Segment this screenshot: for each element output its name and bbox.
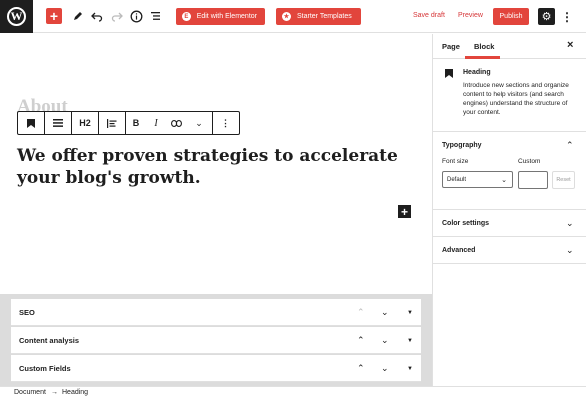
settings-sidebar: Page Block × Heading Introduce new secti…: [432, 34, 586, 386]
toggle-panel-icon[interactable]: ▼: [407, 310, 413, 316]
chevron-down-icon: ⌄: [195, 117, 203, 128]
undo-icon[interactable]: [89, 8, 105, 24]
metabox-title: Custom Fields: [19, 363, 71, 373]
edit-with-elementor-label: Edit with Elementor: [196, 13, 257, 20]
align-button[interactable]: [99, 112, 125, 134]
breadcrumb-heading[interactable]: Heading: [62, 389, 88, 396]
move-up-icon[interactable]: ⌃: [357, 308, 365, 317]
advanced-title: Advanced: [442, 247, 476, 254]
settings-gear-button[interactable]: ⚙: [538, 8, 555, 25]
more-options-button[interactable]: ⋮: [561, 8, 573, 25]
reset-button[interactable]: Reset: [552, 171, 575, 189]
link-icon: [170, 119, 182, 127]
breadcrumb: Document → Heading: [0, 386, 586, 400]
color-settings-title: Color settings: [442, 220, 490, 227]
tab-page[interactable]: Page: [442, 42, 460, 51]
bookmark-icon: [27, 118, 35, 128]
align-left-icon: [107, 118, 117, 128]
edit-with-elementor-button[interactable]: E Edit with Elementor: [176, 8, 265, 25]
drag-handle-icon: [53, 119, 63, 127]
breadcrumb-separator: →: [51, 389, 58, 396]
block-inserter-button[interactable]: +: [398, 205, 411, 218]
drag-move-button[interactable]: [45, 112, 71, 134]
close-icon[interactable]: ×: [567, 39, 573, 51]
save-draft-link[interactable]: Save draft: [413, 12, 445, 19]
chevron-down-icon: ⌄: [566, 218, 574, 228]
advanced-panel-header[interactable]: Advanced ⌄: [433, 237, 586, 264]
vertical-ellipsis-icon: ⋮: [221, 117, 230, 128]
block-card: Heading Introduce new sections and organ…: [433, 60, 586, 132]
toggle-panel-icon[interactable]: ▼: [407, 366, 413, 372]
block-card-title: Heading: [463, 69, 491, 76]
starter-templates-label: Starter Templates: [297, 13, 352, 20]
starter-templates-button[interactable]: ★ Starter Templates: [276, 8, 361, 25]
metabox-seo[interactable]: SEO ⌃ ⌄ ▼: [11, 299, 421, 326]
metabox-area: SEO ⌃ ⌄ ▼ Content analysis ⌃ ⌄ ▼ Custom …: [0, 294, 432, 386]
metabox-title: Content analysis: [19, 335, 80, 345]
info-icon[interactable]: [128, 8, 144, 24]
active-tab-indicator: [465, 56, 500, 59]
chevron-up-icon: ⌃: [566, 140, 574, 150]
templates-icon: ★: [282, 12, 291, 21]
custom-font-size-input[interactable]: [518, 171, 548, 189]
heading-level-button[interactable]: H2: [72, 112, 98, 134]
move-up-icon[interactable]: ⌃: [357, 364, 365, 373]
elementor-icon: E: [182, 12, 191, 21]
editor-window: W + E Edit with Elementor ★ Starter Temp…: [0, 0, 586, 400]
bookmark-icon: [445, 69, 453, 78]
custom-size-label: Custom: [518, 158, 541, 165]
preview-link[interactable]: Preview: [458, 12, 483, 19]
font-size-label: Font size: [442, 158, 469, 165]
link-button[interactable]: [166, 112, 186, 134]
pencil-icon[interactable]: [70, 8, 86, 24]
heading-block[interactable]: We offer proven strategies to accelerate…: [17, 145, 422, 189]
editor-canvas[interactable]: About H2 B I ⌄ ⋮ We offer proven strateg…: [0, 34, 432, 294]
chevron-down-icon: ⌄: [566, 245, 574, 255]
vertical-ellipsis-icon: ⋮: [561, 9, 573, 24]
top-toolbar: W + E Edit with Elementor ★ Starter Temp…: [0, 0, 586, 33]
move-down-icon[interactable]: ⌄: [381, 308, 389, 317]
list-view-icon[interactable]: [148, 8, 164, 24]
wordpress-logo-button[interactable]: W: [0, 0, 33, 33]
more-rich-text-button[interactable]: ⌄: [186, 112, 212, 134]
block-type-button[interactable]: [18, 112, 44, 134]
move-up-icon[interactable]: ⌃: [357, 336, 365, 345]
wordpress-icon: W: [7, 7, 26, 26]
bold-button[interactable]: B: [126, 112, 146, 134]
typography-title: Typography: [442, 142, 482, 149]
chevron-down-icon: ⌄: [501, 177, 507, 184]
move-down-icon[interactable]: ⌄: [381, 336, 389, 345]
breadcrumb-document[interactable]: Document: [14, 389, 46, 396]
metabox-content-analysis[interactable]: Content analysis ⌃ ⌄ ▼: [11, 327, 421, 354]
block-card-description: Introduce new sections and organize cont…: [463, 82, 569, 116]
sidebar-tabs: Page Block ×: [433, 34, 586, 59]
add-block-button[interactable]: +: [46, 8, 62, 24]
italic-button[interactable]: I: [146, 112, 166, 134]
block-options-button[interactable]: ⋮: [213, 112, 238, 134]
move-down-icon[interactable]: ⌄: [381, 364, 389, 373]
gear-icon: ⚙: [541, 11, 552, 23]
toggle-panel-icon[interactable]: ▼: [407, 338, 413, 344]
typography-panel-header[interactable]: Typography ⌃: [433, 132, 586, 159]
metabox-title: SEO: [19, 307, 35, 317]
block-toolbar: H2 B I ⌄ ⋮: [17, 111, 240, 135]
color-settings-panel-header[interactable]: Color settings ⌄: [433, 210, 586, 237]
publish-button[interactable]: Publish: [493, 8, 529, 25]
metabox-custom-fields[interactable]: Custom Fields ⌃ ⌄ ▼: [11, 355, 421, 382]
font-size-select-value: Default: [447, 176, 467, 183]
font-size-select[interactable]: Default ⌄: [442, 171, 513, 188]
redo-icon[interactable]: [109, 8, 125, 24]
tab-block[interactable]: Block: [474, 42, 494, 51]
